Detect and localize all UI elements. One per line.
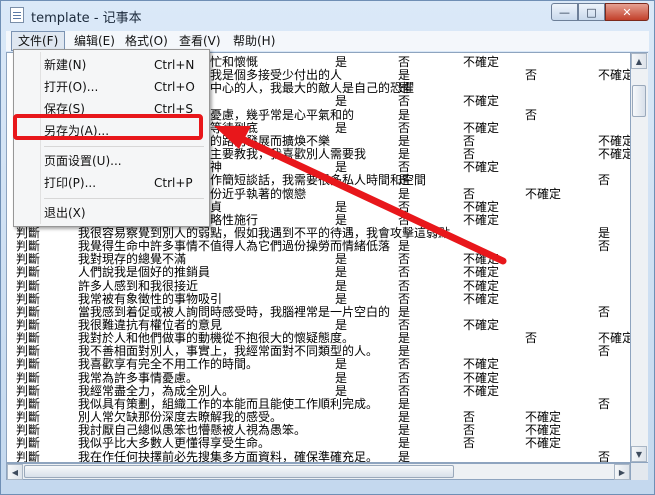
annotation-arrow-overlay (214, 126, 507, 265)
red-arrow-shaft (234, 133, 507, 265)
